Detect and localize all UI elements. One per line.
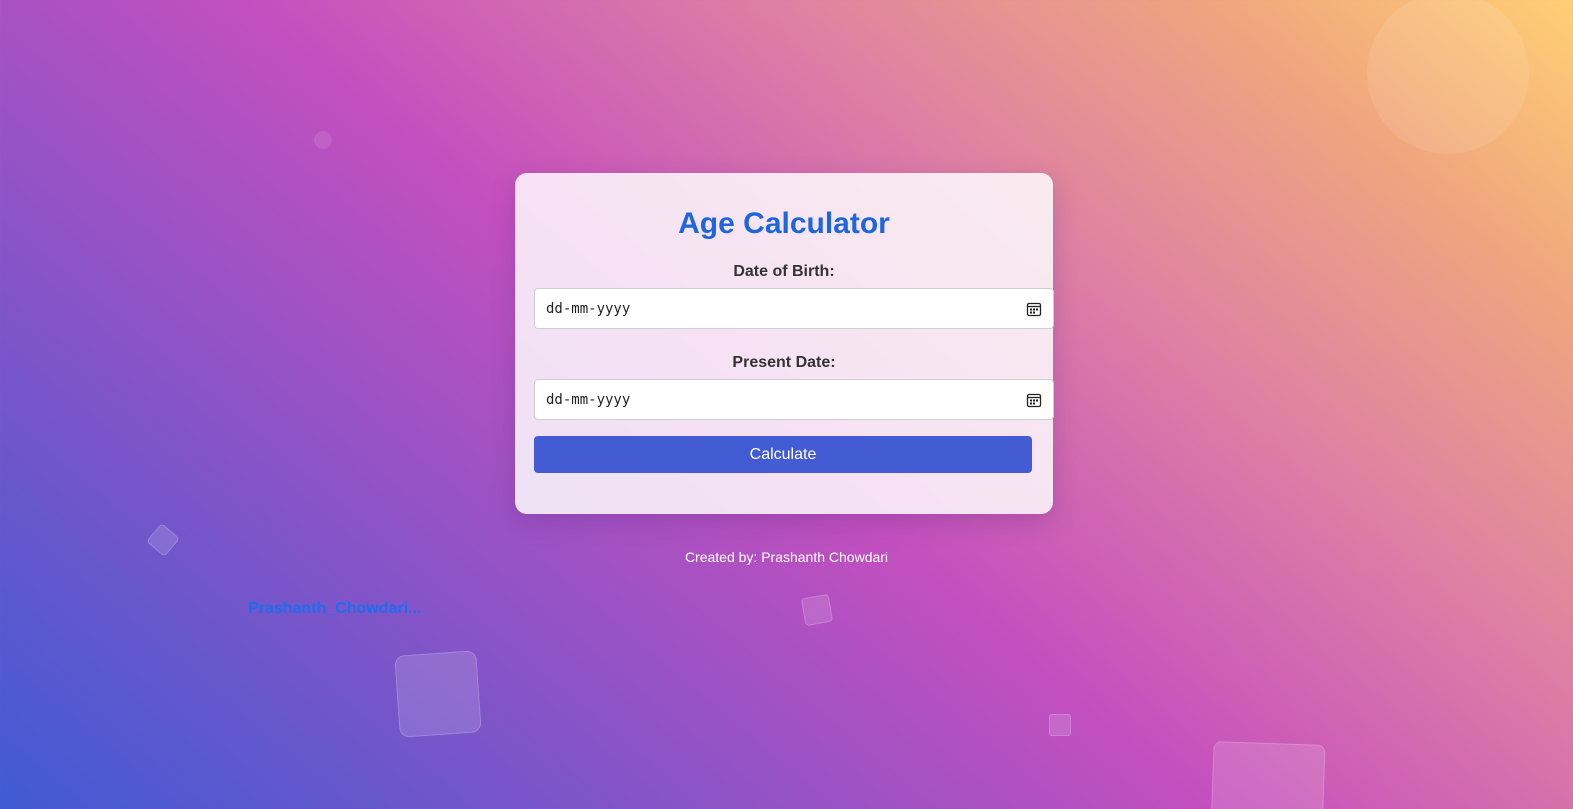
- calendar-icon[interactable]: [1026, 301, 1042, 317]
- calculate-button[interactable]: Calculate: [534, 436, 1032, 473]
- calculator-card: Age Calculator Date of Birth: dd-mm-yyyy…: [515, 173, 1054, 514]
- dob-label: Date of Birth:: [733, 263, 835, 280]
- decorative-circle-top-right: [1367, 0, 1529, 154]
- present-date-input[interactable]: dd-mm-yyyy: [534, 379, 1054, 420]
- calendar-icon[interactable]: [1026, 392, 1042, 408]
- decorative-square: [1210, 741, 1326, 809]
- present-date-label: Present Date:: [732, 354, 836, 371]
- decorative-square: [800, 593, 834, 627]
- author-link[interactable]: Prashanth_Chowdari...: [248, 600, 421, 618]
- dob-placeholder: dd-mm-yyyy: [546, 300, 631, 317]
- page-title: Age Calculator: [678, 207, 890, 240]
- decorative-dot: [314, 131, 332, 149]
- present-date-placeholder: dd-mm-yyyy: [546, 391, 631, 408]
- decorative-square: [394, 650, 482, 738]
- dob-input[interactable]: dd-mm-yyyy: [534, 288, 1054, 329]
- credit-text: Created by: Prashanth Chowdari: [684, 549, 889, 565]
- decorative-square: [1049, 714, 1071, 736]
